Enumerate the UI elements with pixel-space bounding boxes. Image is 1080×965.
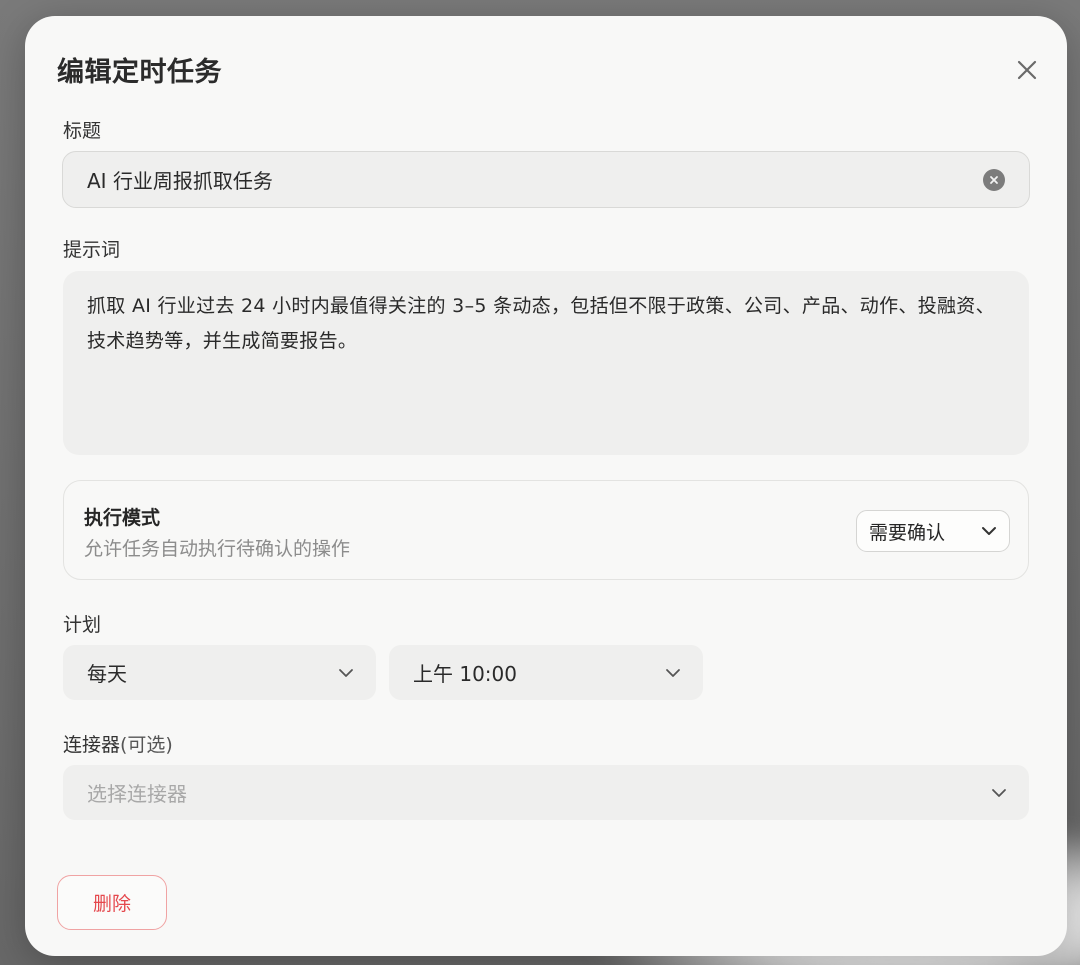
close-icon	[1017, 60, 1037, 80]
chevron-down-icon	[992, 788, 1006, 797]
x-icon	[990, 175, 998, 184]
chevron-down-icon	[982, 527, 996, 535]
time-value: 上午 10:00	[413, 662, 517, 686]
execution-mode-selected: 需要确认	[869, 521, 946, 544]
chevron-down-icon	[666, 668, 680, 677]
execution-mode-card: 执行模式 允许任务自动执行待确认的操作 需要确认	[63, 480, 1029, 580]
title-label: 标题	[63, 120, 102, 142]
title-input-value: AI 行业周报抓取任务	[87, 169, 273, 193]
prompt-label: 提示词	[63, 239, 121, 261]
dialog-title: 编辑定时任务	[57, 57, 222, 88]
chevron-down-icon	[339, 668, 353, 677]
frequency-select[interactable]: 每天	[63, 645, 376, 700]
connector-placeholder: 选择连接器	[87, 782, 187, 806]
clear-icon[interactable]	[983, 168, 1005, 191]
execution-mode-description: 允许任务自动执行待确认的操作	[84, 538, 351, 560]
connector-select[interactable]: 选择连接器	[63, 765, 1029, 820]
edit-scheduled-task-dialog: 编辑定时任务 标题 AI 行业周报抓取任务 提示词 抓取 AI 行业过去 24 …	[25, 16, 1067, 956]
connector-label-text: 连接器	[63, 734, 121, 756]
prompt-textarea[interactable]: 抓取 AI 行业过去 24 小时内最值得关注的 3–5 条动态，包括但不限于政策…	[63, 271, 1029, 455]
frequency-value: 每天	[87, 662, 127, 686]
delete-button[interactable]: 删除	[57, 875, 167, 930]
time-select[interactable]: 上午 10:00	[389, 645, 703, 700]
execution-mode-select[interactable]: 需要确认	[856, 510, 1010, 552]
close-button[interactable]	[1011, 54, 1043, 86]
schedule-label: 计划	[63, 614, 102, 636]
title-input[interactable]: AI 行业周报抓取任务	[62, 151, 1030, 208]
connector-label: 连接器(可选)	[63, 730, 173, 757]
connector-optional-note: (可选)	[120, 734, 173, 756]
execution-mode-title: 执行模式	[84, 507, 161, 529]
